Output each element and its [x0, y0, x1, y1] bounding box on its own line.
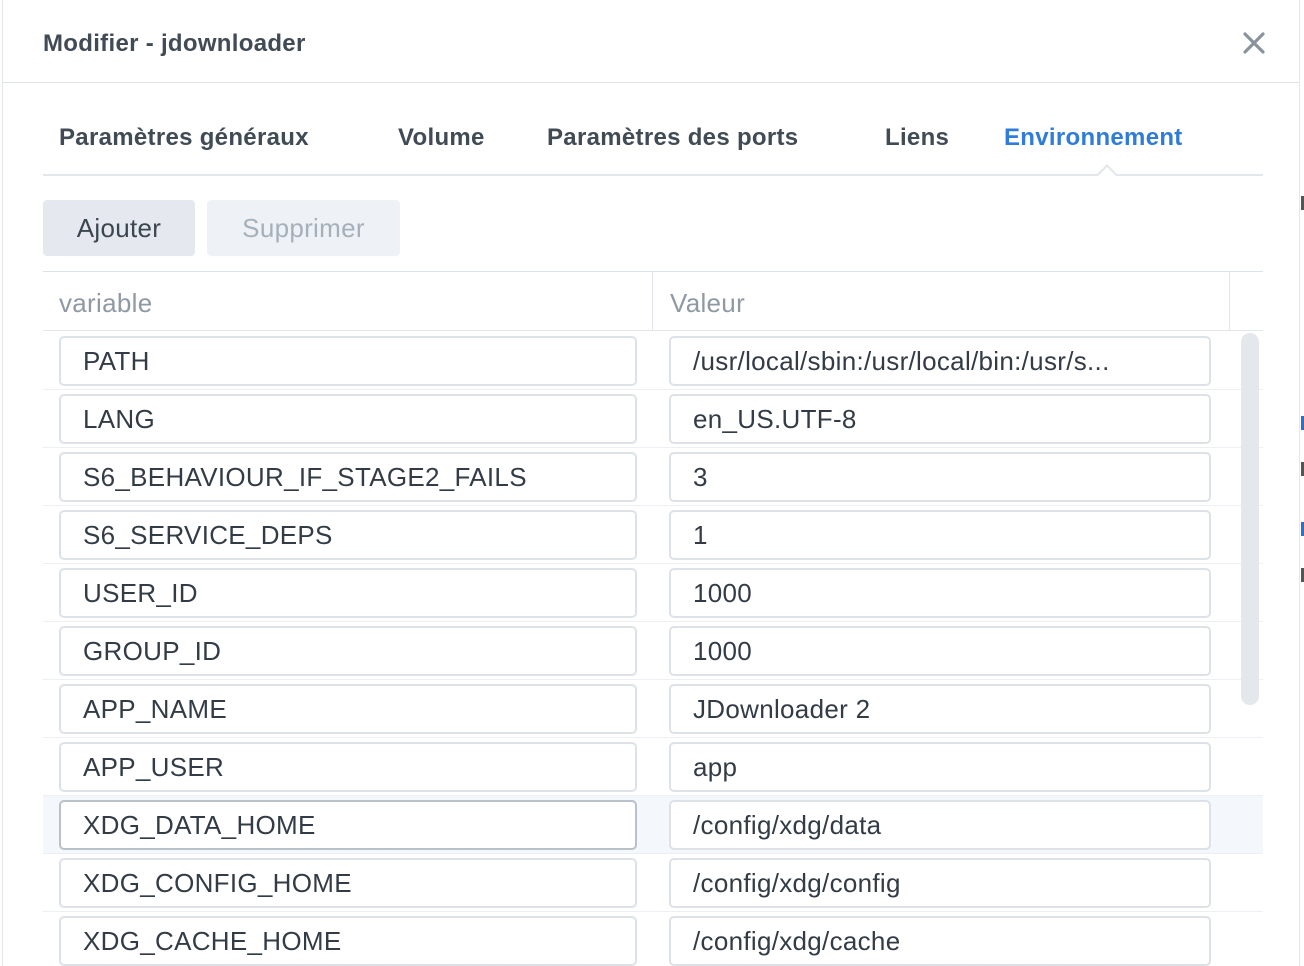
table-row-hovered: XDG_DATA_HOME /config/xdg/data — [43, 796, 1263, 854]
tab-environment[interactable]: Environnement — [1004, 124, 1183, 152]
variable-value-field[interactable]: /config/xdg/data — [669, 800, 1211, 850]
edit-container-dialog: Modifier - jdownloader Paramètres généra… — [2, 0, 1300, 966]
variable-value-field[interactable]: app — [669, 742, 1211, 792]
close-button[interactable] — [1237, 26, 1271, 60]
tab-port-settings[interactable]: Paramètres des ports — [547, 124, 798, 152]
table-header: variable Valeur — [43, 272, 1263, 331]
variable-name-field[interactable]: GROUP_ID — [59, 626, 637, 676]
close-icon — [1243, 32, 1265, 54]
variable-value-field[interactable]: /config/xdg/cache — [669, 916, 1211, 966]
variable-value-field[interactable]: 3 — [669, 452, 1211, 502]
add-button[interactable]: Ajouter — [43, 200, 195, 256]
variable-name-field[interactable]: APP_USER — [59, 742, 637, 792]
table-row: S6_SERVICE_DEPS 1 — [43, 506, 1263, 564]
table-row: APP_NAME JDownloader 2 — [43, 680, 1263, 738]
variable-value-field[interactable]: 1000 — [669, 568, 1211, 618]
column-header-value[interactable]: Valeur — [670, 288, 745, 319]
variable-value-field[interactable]: en_US.UTF-8 — [669, 394, 1211, 444]
table-row: XDG_CONFIG_HOME /config/xdg/config — [43, 854, 1263, 912]
table-row: XDG_CACHE_HOME /config/xdg/cache — [43, 912, 1263, 966]
table-row: APP_USER app — [43, 738, 1263, 796]
variable-name-field[interactable]: LANG — [59, 394, 637, 444]
dialog-title: Modifier - jdownloader — [43, 30, 306, 57]
active-tab-indicator — [1095, 164, 1119, 177]
table-row: USER_ID 1000 — [43, 564, 1263, 622]
column-divider — [652, 272, 653, 331]
table-row: PATH /usr/local/sbin:/usr/local/bin:/usr… — [43, 332, 1263, 390]
table-row: S6_BEHAVIOUR_IF_STAGE2_FAILS 3 — [43, 448, 1263, 506]
environment-table: variable Valeur PATH /usr/local/sbin:/us… — [43, 271, 1263, 966]
tab-volume[interactable]: Volume — [398, 124, 485, 152]
column-divider — [1229, 272, 1230, 331]
variable-value-field[interactable]: 1 — [669, 510, 1211, 560]
vertical-scrollbar-thumb[interactable] — [1241, 333, 1259, 705]
variable-name-field[interactable]: USER_ID — [59, 568, 637, 618]
variable-name-field[interactable]: PATH — [59, 336, 637, 386]
column-header-variable[interactable]: variable — [59, 288, 152, 319]
variable-name-field[interactable]: XDG_CONFIG_HOME — [59, 858, 637, 908]
variable-value-field[interactable]: /usr/local/sbin:/usr/local/bin:/usr/s... — [669, 336, 1211, 386]
variable-name-field[interactable]: XDG_CACHE_HOME — [59, 916, 637, 966]
variable-name-field[interactable]: S6_BEHAVIOUR_IF_STAGE2_FAILS — [59, 452, 637, 502]
dialog-titlebar: Modifier - jdownloader — [3, 0, 1299, 83]
tab-general-settings[interactable]: Paramètres généraux — [59, 124, 309, 152]
variable-name-field[interactable]: S6_SERVICE_DEPS — [59, 510, 637, 560]
table-row: LANG en_US.UTF-8 — [43, 390, 1263, 448]
variable-name-field[interactable]: XDG_DATA_HOME — [59, 800, 637, 850]
variable-value-field[interactable]: JDownloader 2 — [669, 684, 1211, 734]
table-row: GROUP_ID 1000 — [43, 622, 1263, 680]
variable-name-field[interactable]: APP_NAME — [59, 684, 637, 734]
delete-button[interactable]: Supprimer — [207, 200, 400, 256]
variable-value-field[interactable]: 1000 — [669, 626, 1211, 676]
variable-value-field[interactable]: /config/xdg/config — [669, 858, 1211, 908]
tab-bar: Paramètres généraux Volume Paramètres de… — [43, 84, 1263, 177]
tab-links[interactable]: Liens — [885, 124, 949, 152]
